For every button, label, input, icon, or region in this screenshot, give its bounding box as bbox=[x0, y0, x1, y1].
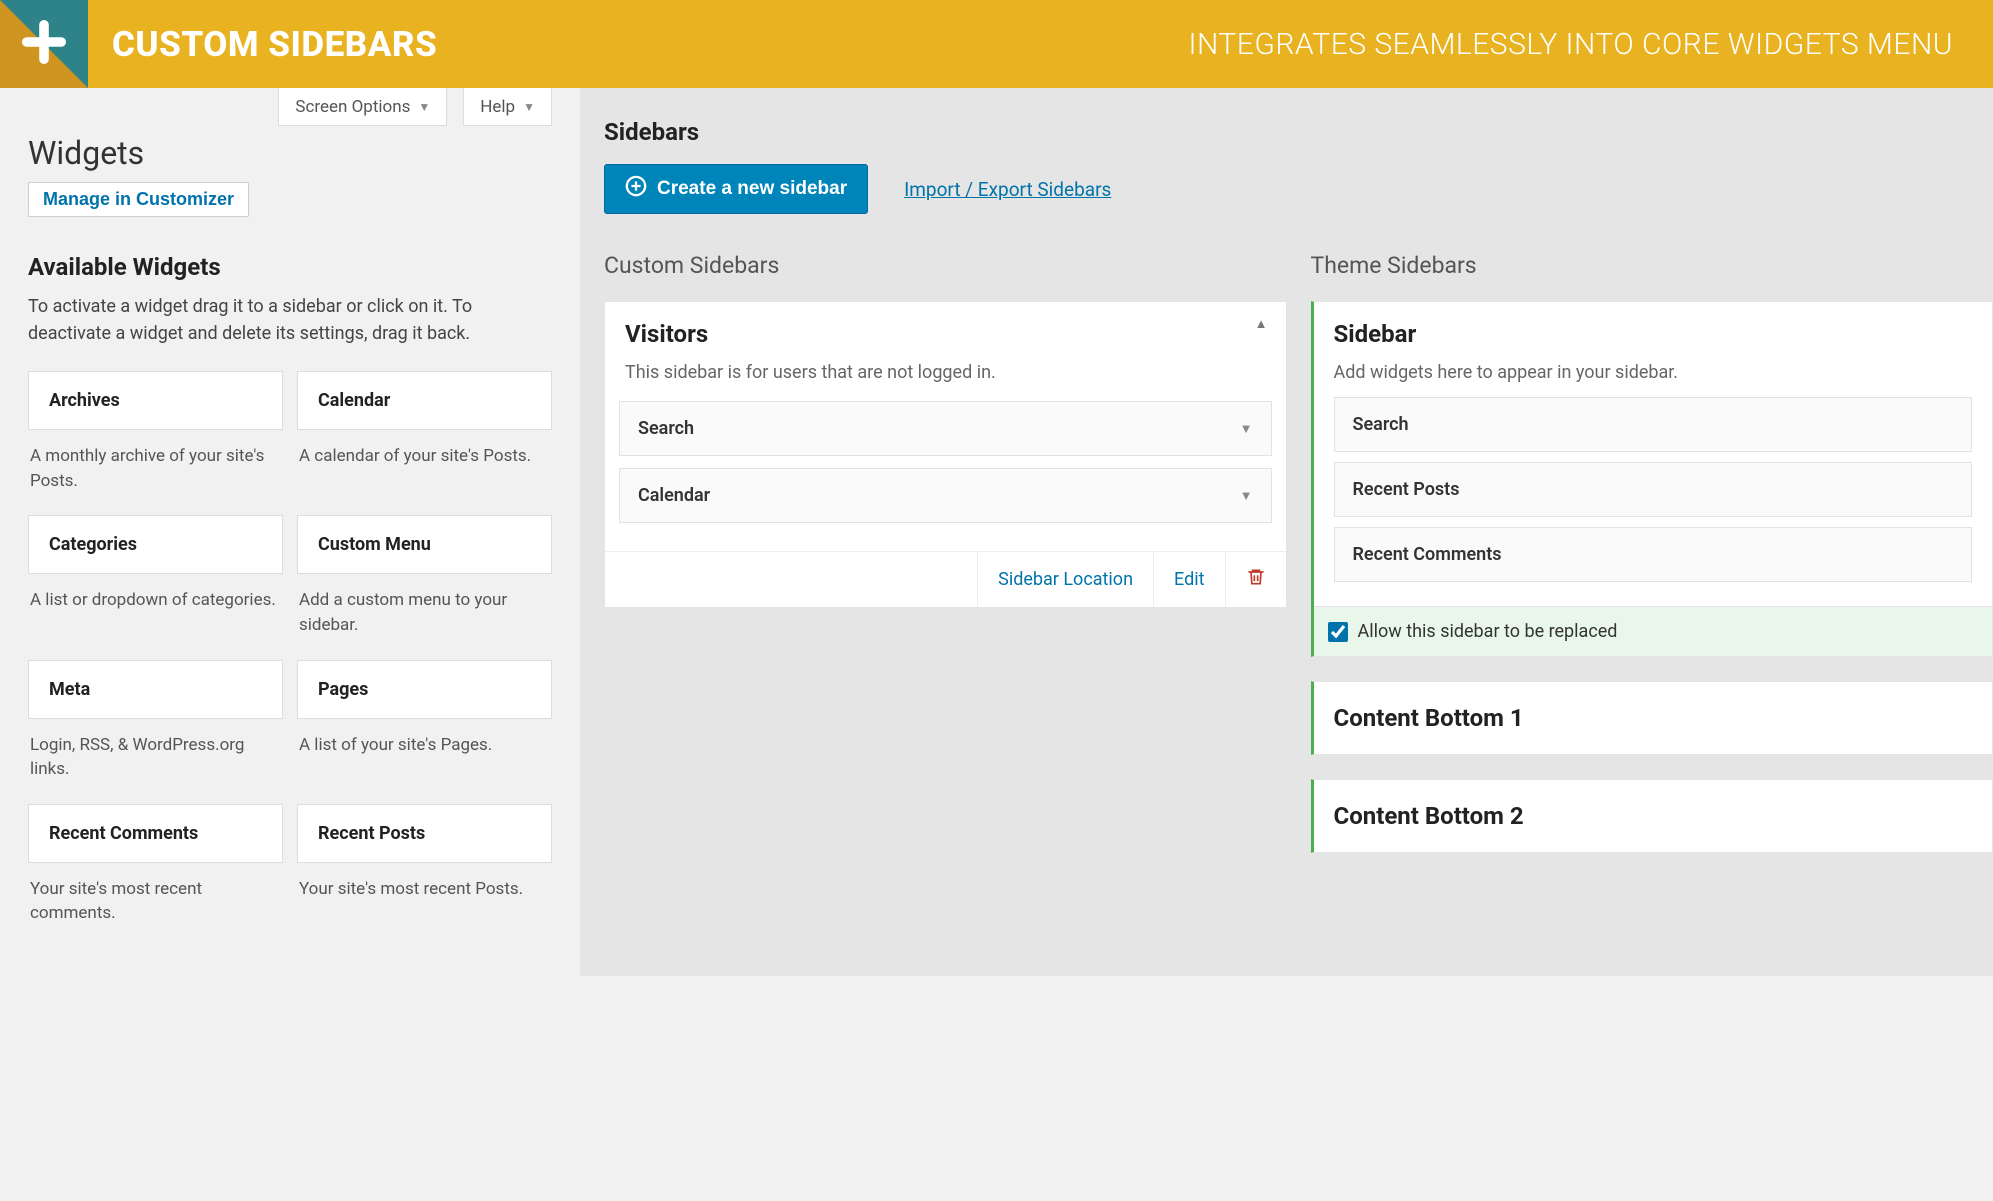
help-tab[interactable]: Help ▼ bbox=[463, 88, 552, 126]
page-title: Widgets bbox=[28, 134, 552, 172]
sidebar-widget-search[interactable]: Search ▼ bbox=[619, 401, 1272, 456]
plus-icon bbox=[21, 19, 67, 69]
available-widgets-grid: Archives A monthly archive of your site'… bbox=[28, 371, 552, 948]
theme-sidebar-card: Sidebar Add widgets here to appear in yo… bbox=[1311, 301, 1993, 657]
widget-label: Search bbox=[638, 418, 694, 439]
widget-desc: A list or dropdown of categories. bbox=[28, 574, 283, 635]
edit-sidebar-button[interactable]: Edit bbox=[1153, 552, 1224, 607]
theme-sidebar-content-bottom-1[interactable]: Content Bottom 1 bbox=[1311, 681, 1993, 755]
widget-desc: Login, RSS, & WordPress.org links. bbox=[28, 719, 283, 804]
custom-sidebars-heading: Custom Sidebars bbox=[604, 252, 1287, 279]
available-widget-custom-menu[interactable]: Custom Menu bbox=[297, 515, 552, 574]
widget-desc: A list of your site's Pages. bbox=[297, 719, 552, 780]
caret-down-icon: ▼ bbox=[523, 100, 535, 114]
promo-banner: CUSTOM SIDEBARS INTEGRATES SEAMLESSLY IN… bbox=[0, 0, 1993, 88]
theme-sidebars-heading: Theme Sidebars bbox=[1311, 252, 1993, 279]
widget-desc: Add a custom menu to your sidebar. bbox=[297, 574, 552, 659]
plus-circle-icon bbox=[625, 175, 647, 203]
widget-label: Calendar bbox=[638, 485, 710, 506]
theme-sidebar-content-bottom-2[interactable]: Content Bottom 2 bbox=[1311, 779, 1993, 853]
available-widgets-heading: Available Widgets bbox=[28, 253, 552, 281]
available-widget-recent-posts[interactable]: Recent Posts bbox=[297, 804, 552, 863]
widget-desc: Your site's most recent comments. bbox=[28, 863, 283, 948]
theme-widget-recent-comments[interactable]: Recent Comments bbox=[1334, 527, 1973, 582]
custom-sidebar-name: Visitors bbox=[625, 320, 1266, 348]
sidebar-location-button[interactable]: Sidebar Location bbox=[977, 552, 1153, 607]
widget-desc: A monthly archive of your site's Posts. bbox=[28, 430, 283, 515]
delete-sidebar-button[interactable] bbox=[1225, 552, 1286, 607]
sidebars-header: Sidebars Create a new sidebar Import / E… bbox=[580, 88, 1993, 232]
allow-replace-label: Allow this sidebar to be replaced bbox=[1358, 621, 1618, 642]
screen-options-row: Screen Options ▼ Help ▼ bbox=[28, 88, 552, 126]
create-sidebar-label: Create a new sidebar bbox=[657, 178, 847, 200]
theme-sidebar-name: Content Bottom 1 bbox=[1334, 704, 1973, 732]
banner-tagline: INTEGRATES SEAMLESSLY INTO CORE WIDGETS … bbox=[1188, 27, 1953, 62]
caret-down-icon: ▼ bbox=[1240, 421, 1253, 437]
theme-widget-recent-posts[interactable]: Recent Posts bbox=[1334, 462, 1973, 517]
sidebars-section-title: Sidebars bbox=[604, 118, 1969, 146]
caret-down-icon: ▼ bbox=[418, 100, 430, 114]
create-sidebar-button[interactable]: Create a new sidebar bbox=[604, 164, 868, 214]
available-widgets-help: To activate a widget drag it to a sideba… bbox=[28, 293, 552, 347]
banner-title: CUSTOM SIDEBARS bbox=[112, 24, 437, 65]
collapse-toggle[interactable]: ▲ bbox=[1255, 316, 1268, 332]
custom-sidebar-card: Visitors ▲ This sidebar is for users tha… bbox=[604, 301, 1287, 608]
allow-replace-row[interactable]: Allow this sidebar to be replaced bbox=[1314, 606, 1993, 656]
banner-logo bbox=[0, 0, 88, 88]
available-widget-calendar[interactable]: Calendar bbox=[297, 371, 552, 430]
import-export-link[interactable]: Import / Export Sidebars bbox=[904, 178, 1111, 201]
caret-up-icon: ▲ bbox=[1255, 317, 1268, 332]
theme-sidebar-name: Content Bottom 2 bbox=[1334, 802, 1973, 830]
caret-down-icon: ▼ bbox=[1240, 488, 1253, 504]
screen-options-tab[interactable]: Screen Options ▼ bbox=[278, 88, 447, 126]
available-widget-categories[interactable]: Categories bbox=[28, 515, 283, 574]
available-widget-recent-comments[interactable]: Recent Comments bbox=[28, 804, 283, 863]
allow-replace-checkbox[interactable] bbox=[1328, 622, 1348, 642]
available-widget-pages[interactable]: Pages bbox=[297, 660, 552, 719]
help-label: Help bbox=[480, 97, 515, 117]
theme-sidebar-name: Sidebar bbox=[1334, 320, 1973, 348]
sidebar-widget-calendar[interactable]: Calendar ▼ bbox=[619, 468, 1272, 523]
theme-sidebar-desc: Add widgets here to appear in your sideb… bbox=[1314, 356, 1993, 397]
widget-desc: A calendar of your site's Posts. bbox=[297, 430, 552, 491]
manage-customizer-button[interactable]: Manage in Customizer bbox=[28, 182, 249, 217]
available-widget-meta[interactable]: Meta bbox=[28, 660, 283, 719]
widget-desc: Your site's most recent Posts. bbox=[297, 863, 552, 924]
custom-sidebar-desc: This sidebar is for users that are not l… bbox=[605, 354, 1286, 401]
theme-widget-search[interactable]: Search bbox=[1334, 397, 1973, 452]
screen-options-label: Screen Options bbox=[295, 97, 410, 117]
available-widget-archives[interactable]: Archives bbox=[28, 371, 283, 430]
trash-icon bbox=[1246, 566, 1266, 593]
